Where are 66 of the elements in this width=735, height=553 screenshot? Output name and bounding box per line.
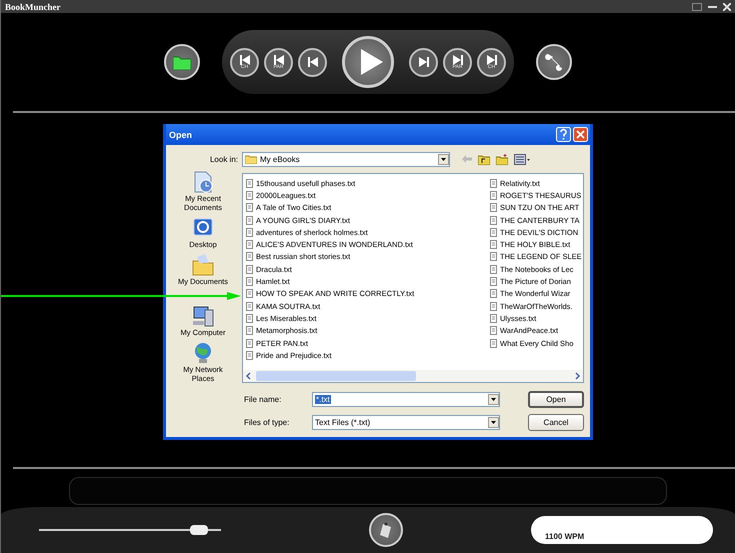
step-back-button[interactable]: [298, 48, 327, 76]
text-file-icon: [490, 190, 497, 200]
previous-icon: [272, 54, 284, 64]
next-icon: [452, 54, 464, 64]
look-in-dropdown[interactable]: My eBooks: [242, 152, 450, 166]
text-file-icon: [246, 264, 253, 274]
text-file-icon: [490, 277, 497, 286]
text-file-icon: [246, 190, 253, 200]
text-file-icon: [246, 228, 253, 237]
restore-icon[interactable]: [692, 2, 702, 10]
new-folder-icon[interactable]: [496, 154, 508, 164]
speed-slider[interactable]: [39, 525, 221, 535]
folder-icon: [245, 154, 257, 164]
text-file-icon: [490, 289, 497, 298]
open-folder-button[interactable]: [164, 44, 200, 80]
text-file-icon: [246, 203, 253, 212]
text-file-icon: [246, 302, 253, 311]
previous-icon: [238, 54, 250, 64]
tag-icon: [379, 522, 393, 538]
settings-button[interactable]: [536, 44, 572, 80]
file-type-label: Files of type:: [243, 418, 290, 427]
text-file-icon: [490, 326, 497, 336]
text-file-icon: [490, 240, 497, 250]
text-file-icon: [490, 302, 497, 311]
text-file-icon: [490, 216, 497, 225]
text-file-icon: [490, 264, 497, 274]
text-file-icon: [490, 314, 497, 323]
next-icon: [418, 57, 430, 67]
help-icon[interactable]: [556, 127, 571, 142]
text-file-icon: [246, 216, 253, 225]
text-file-icon: [490, 338, 497, 348]
text-file-icon: [490, 252, 497, 262]
text-file-icon: [246, 350, 253, 360]
text-file-icon: [246, 289, 253, 298]
text-file-icon: [246, 314, 253, 323]
file-name-label: File name:: [243, 395, 282, 404]
text-file-icon: [490, 203, 497, 212]
previous-icon: [306, 57, 318, 67]
text-file-icon: [246, 252, 253, 262]
text-file-icon: [246, 326, 253, 336]
text-file-icon: [246, 240, 253, 250]
step-forward-button[interactable]: [409, 48, 438, 76]
folder-icon: [191, 253, 215, 277]
text-file-icon: [246, 277, 253, 286]
close-icon[interactable]: [723, 2, 731, 10]
view-menu-icon[interactable]: [514, 154, 530, 164]
next-icon: [486, 54, 498, 64]
horizontal-scrollbar[interactable]: [243, 370, 583, 382]
text-file-icon: [246, 338, 253, 348]
cancel-button[interactable]: Cancel: [528, 414, 584, 431]
window-title: BookMuncher: [5, 2, 61, 12]
up-folder-icon[interactable]: [478, 154, 490, 164]
text-file-icon: [490, 228, 497, 237]
folder-icon: [173, 54, 191, 70]
text-file-icon: [490, 178, 497, 188]
dialog-title: Open: [169, 130, 192, 140]
computer-icon: [191, 304, 215, 328]
text-file-icon: [246, 178, 253, 188]
scrollbar-thumb[interactable]: [256, 371, 416, 381]
look-in-label: Look in:: [210, 154, 238, 164]
open-button[interactable]: Open: [528, 391, 584, 408]
bookmark-button[interactable]: [369, 513, 403, 547]
file-name-field[interactable]: *.txt: [312, 392, 500, 407]
play-button[interactable]: [342, 36, 394, 88]
file-type-dropdown[interactable]: Text Files (*.txt): [312, 415, 500, 430]
speed-reading: 1100 WPM: [545, 532, 584, 541]
